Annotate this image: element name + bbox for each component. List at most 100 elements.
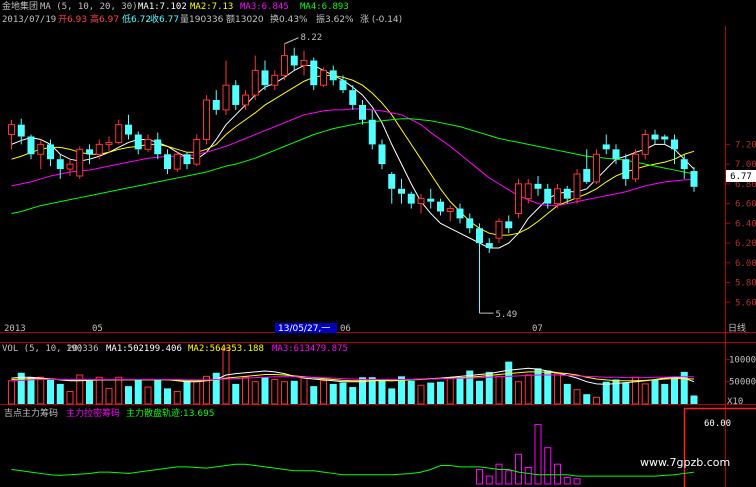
candle-body bbox=[17, 124, 25, 137]
candle bbox=[632, 149, 639, 182]
current-price: 6.77 bbox=[730, 172, 752, 182]
candle-body bbox=[632, 153, 639, 180]
candle-body bbox=[56, 159, 64, 170]
candle-body bbox=[680, 159, 688, 170]
volume-bar bbox=[86, 380, 93, 404]
candle-body bbox=[154, 139, 162, 155]
candle-body bbox=[495, 220, 503, 239]
candle-body bbox=[505, 221, 513, 229]
cursor-date: 13/05/27,一 bbox=[278, 324, 330, 334]
candle-body bbox=[173, 153, 181, 170]
volume-bar bbox=[427, 382, 435, 404]
candle-body bbox=[398, 188, 405, 194]
candle-body bbox=[339, 80, 347, 91]
volume-bar bbox=[27, 377, 35, 404]
indicator-bar bbox=[505, 470, 513, 485]
vol-tick-label: 50000 bbox=[729, 378, 756, 388]
ma1-value: MA1:7.102 bbox=[138, 2, 187, 12]
volume-bar bbox=[154, 379, 162, 404]
volume-bar bbox=[671, 377, 678, 404]
price-tick-label: 6.60 bbox=[735, 200, 756, 210]
candle-body bbox=[466, 218, 474, 229]
volume-bar bbox=[300, 376, 308, 405]
candle-body bbox=[300, 60, 308, 66]
candle-body bbox=[554, 188, 561, 205]
price-tick-label: 6.20 bbox=[735, 239, 756, 249]
amount: 额13020 bbox=[226, 13, 264, 25]
candle-body bbox=[456, 208, 464, 219]
candle-body bbox=[485, 243, 493, 248]
stock-chart: 7.207.006.806.606.406.206.005.805.60 100… bbox=[0, 0, 756, 487]
vol-ma3: MA3:613479.875 bbox=[272, 344, 348, 354]
candle-body bbox=[359, 104, 366, 120]
candle-body bbox=[690, 171, 698, 187]
candle-body bbox=[37, 143, 45, 155]
price-tick-label: 6.40 bbox=[735, 219, 756, 229]
volume-bar bbox=[378, 379, 386, 404]
volume-bar bbox=[476, 380, 483, 404]
volume-bar bbox=[446, 377, 454, 405]
candle-body bbox=[183, 154, 191, 165]
axis-month-07: 07 bbox=[532, 324, 543, 334]
candle-body bbox=[86, 149, 93, 155]
volume-bar bbox=[144, 386, 152, 405]
candle-body bbox=[290, 55, 298, 66]
volume-bar bbox=[515, 381, 522, 405]
candle-body bbox=[193, 138, 201, 165]
candle-body bbox=[388, 174, 396, 189]
volume-bar bbox=[8, 380, 15, 405]
indicator-bar bbox=[524, 467, 532, 485]
volume-bar bbox=[437, 381, 444, 404]
stock-name: 金地集团 bbox=[2, 0, 38, 12]
low-price-label: 5.49 bbox=[496, 310, 518, 320]
indicator-bar bbox=[573, 478, 581, 485]
vol-ma1: MA1:502199.406 bbox=[106, 344, 182, 354]
high-price: 高6.97 bbox=[90, 13, 119, 25]
price-tick-label: 5.80 bbox=[735, 279, 756, 289]
volume-bar bbox=[261, 377, 269, 404]
axis-month-06: 06 bbox=[340, 324, 351, 334]
price-tick-label: 7.20 bbox=[735, 140, 756, 150]
ind-title: 吉点主力筹码 bbox=[4, 407, 58, 419]
candle-body bbox=[105, 141, 113, 145]
volume-bar bbox=[105, 387, 113, 405]
turnover: 换0.43% bbox=[270, 13, 308, 25]
volume-bar bbox=[281, 381, 288, 405]
volume-bar bbox=[456, 377, 464, 404]
price-tick-label: 5.60 bbox=[735, 298, 756, 308]
axis-year: 2013 bbox=[4, 324, 26, 334]
volume-bar bbox=[95, 376, 103, 405]
volume-bar bbox=[193, 381, 201, 405]
candle-body bbox=[368, 119, 376, 145]
candle bbox=[203, 95, 210, 145]
volume-bar bbox=[320, 380, 327, 405]
candle-body bbox=[378, 144, 386, 165]
candle-body bbox=[203, 99, 210, 140]
candle-body bbox=[544, 188, 552, 204]
price-change: 涨 (-0.14) bbox=[360, 14, 402, 25]
candle bbox=[593, 149, 600, 184]
price-tick-label: 6.00 bbox=[735, 259, 756, 269]
volume-bar bbox=[66, 391, 74, 405]
volume-bar bbox=[554, 373, 561, 405]
watermark: www.7gpzb.com bbox=[640, 456, 730, 469]
indicator-bar bbox=[554, 463, 561, 485]
volume-bar bbox=[641, 383, 649, 405]
close-price: 收6.77 bbox=[150, 13, 179, 25]
ind-tick-value: 60.00 bbox=[704, 419, 731, 429]
volume-bar bbox=[164, 388, 171, 404]
volume-bar bbox=[329, 383, 337, 404]
volume-bar bbox=[134, 379, 142, 404]
volume-bar bbox=[183, 380, 191, 404]
candle-body bbox=[222, 84, 230, 111]
volume-bar bbox=[534, 368, 542, 404]
candle-body bbox=[329, 70, 337, 81]
ma4-value: MA4:6.893 bbox=[300, 2, 349, 12]
volume-bar bbox=[661, 383, 669, 404]
candle-body bbox=[164, 154, 171, 170]
candle bbox=[515, 178, 522, 219]
volume-bar bbox=[583, 394, 591, 404]
candle-body bbox=[320, 69, 327, 86]
vol-tick-label: 100000 bbox=[729, 355, 756, 365]
candle-body bbox=[47, 144, 54, 160]
